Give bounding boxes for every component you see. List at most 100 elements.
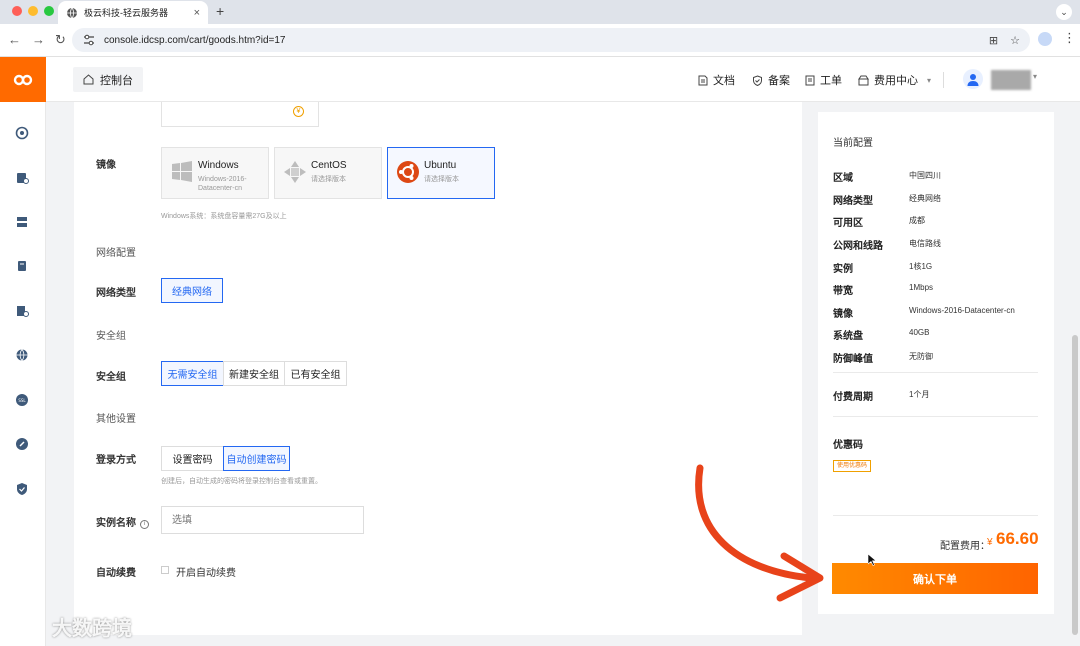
nav-filing[interactable]: 备案	[752, 72, 790, 88]
login-method-label: 登录方式	[96, 455, 136, 466]
cloud-server-icon[interactable]	[15, 171, 29, 185]
console-button[interactable]: 控制台	[73, 67, 143, 92]
summary-row: 区域 中国四川	[833, 169, 1043, 184]
back-icon[interactable]: ←	[8, 32, 21, 47]
security-option-existing[interactable]: 已有安全组	[284, 361, 347, 386]
profile-icon[interactable]	[1038, 32, 1052, 46]
annotation-arrow-icon	[695, 464, 824, 602]
dashboard-icon[interactable]	[15, 126, 29, 140]
login-option-set-password[interactable]: 设置密码	[161, 446, 224, 471]
summary-key: 防御峰值	[833, 354, 873, 365]
shield-check-icon	[753, 74, 762, 86]
summary-row: 可用区 成都	[833, 214, 1043, 229]
ticket-icon	[805, 75, 815, 85]
instance-name-label: 实例名称 i	[96, 514, 149, 529]
bookmark-star-icon[interactable]: ☆	[1010, 34, 1020, 47]
summary-divider	[833, 416, 1038, 417]
summary-divider	[833, 515, 1038, 516]
instance-name-input[interactable]	[161, 506, 364, 534]
summary-value: Windows-2016-Datacenter-cn	[909, 306, 1015, 315]
zoom-window-button[interactable]	[44, 6, 54, 16]
nav-ticket[interactable]: 工单	[805, 72, 842, 88]
forward-icon[interactable]: →	[32, 32, 45, 47]
database-settings-icon[interactable]	[15, 304, 29, 318]
summary-value: 40GB	[909, 328, 930, 337]
security-section-heading: 安全组	[96, 331, 126, 342]
summary-row: 镜像 Windows-2016-Datacenter-cn	[833, 305, 1043, 320]
page-scrollbar[interactable]	[1072, 335, 1078, 635]
login-option-auto-password[interactable]: 自动创建密码	[223, 446, 290, 471]
network-section-heading: 网络配置	[96, 248, 136, 259]
document-icon	[698, 75, 708, 85]
site-settings-icon[interactable]	[82, 33, 96, 47]
summary-value: 无防御	[909, 352, 933, 361]
currency-symbol: ¥	[987, 537, 993, 548]
storage-icon[interactable]	[15, 259, 29, 273]
shield-icon[interactable]	[15, 482, 29, 496]
summary-key: 区域	[833, 173, 853, 184]
username-redacted[interactable]	[991, 70, 1031, 90]
console-label: 控制台	[100, 74, 133, 87]
summary-row: 实例 1核1G	[833, 260, 1043, 275]
avatar[interactable]	[963, 69, 983, 89]
reload-icon[interactable]: ↻	[55, 32, 66, 48]
network-type-label: 网络类型	[96, 288, 136, 299]
summary-row-period: 付费周期 1个月	[833, 388, 1043, 403]
mouse-cursor-icon	[868, 554, 876, 566]
image-card-ubuntu[interactable]: Ubuntu 请选择版本	[387, 147, 495, 199]
logo-icon	[13, 74, 33, 85]
translate-icon[interactable]: ⊞	[989, 34, 998, 47]
globe-icon	[67, 7, 77, 18]
system-disk-field[interactable]: ¥	[161, 102, 319, 127]
summary-key: 可用区	[833, 218, 863, 229]
chevron-down-icon[interactable]: ⌄	[1056, 4, 1072, 20]
security-badge-icon[interactable]	[15, 437, 29, 451]
server-list-icon[interactable]	[15, 215, 29, 229]
info-icon[interactable]: i	[140, 520, 149, 529]
ssl-certificate-icon[interactable]: SSL	[15, 393, 29, 407]
close-icon[interactable]: ×	[194, 7, 200, 19]
centos-logo-icon	[284, 161, 306, 183]
svg-text:SSL: SSL	[18, 398, 26, 403]
domain-globe-icon[interactable]	[15, 348, 29, 362]
security-option-new[interactable]: 新建安全组	[223, 361, 285, 386]
period-label: 付费周期	[833, 392, 873, 403]
url-field[interactable]: console.idcsp.com/cart/goods.htm?id=17 ⊞…	[72, 28, 1030, 52]
image-card-windows[interactable]: Windows Windows-2016-Datacenter-cn	[161, 147, 269, 199]
coin-icon: ¥	[293, 106, 304, 117]
summary-value: 成都	[909, 216, 925, 225]
url-text: console.idcsp.com/cart/goods.htm?id=17	[104, 34, 286, 46]
summary-row: 公网和线路 电信路线	[833, 237, 1043, 252]
tab-title: 极云科技-轻云服务器	[84, 8, 168, 18]
more-menu-icon[interactable]: ⋮	[1063, 30, 1076, 46]
new-tab-button[interactable]: +	[216, 3, 224, 19]
windows-logo-icon	[172, 161, 192, 182]
nav-docs-label: 文档	[713, 75, 735, 87]
brand-logo[interactable]	[0, 57, 46, 102]
nav-docs[interactable]: 文档	[698, 72, 735, 88]
security-option-none[interactable]: 无需安全组	[161, 361, 224, 386]
image-card-centos[interactable]: CentOS 请选择版本	[274, 147, 382, 199]
image-label: 镜像	[96, 160, 116, 171]
chevron-down-icon[interactable]: ▾	[1033, 72, 1037, 81]
nav-billing[interactable]: 费用中心 ▾	[858, 72, 931, 88]
browser-tab[interactable]: 极云科技-轻云服务器 ×	[58, 1, 208, 24]
summary-key: 实例	[833, 264, 853, 275]
minimize-window-button[interactable]	[28, 6, 38, 16]
instance-name-label-text: 实例名称	[96, 518, 136, 529]
confirm-order-button[interactable]: 确认下单	[832, 563, 1038, 594]
summary-title: 当前配置	[833, 138, 873, 149]
sidebar: SSL	[0, 57, 46, 646]
auto-renew-option-label[interactable]: 开启自动续费	[176, 564, 236, 579]
total-cost: 66.60	[996, 529, 1039, 548]
watermark: 大数跨境	[10, 612, 132, 641]
nav-billing-label: 费用中心	[874, 75, 918, 87]
network-type-classic[interactable]: 经典网络	[161, 278, 223, 303]
close-window-button[interactable]	[12, 6, 22, 16]
auto-renew-checkbox[interactable]	[161, 566, 169, 574]
summary-divider	[833, 372, 1038, 373]
cost-label: 配置费用：	[940, 541, 990, 552]
login-hint: 创建后，自动生成的密码将登录控制台查看或重置。	[161, 478, 322, 485]
summary-value: 1Mbps	[909, 283, 934, 292]
browser-tab-bar: 极云科技-轻云服务器 × + ⌄	[0, 0, 1080, 24]
